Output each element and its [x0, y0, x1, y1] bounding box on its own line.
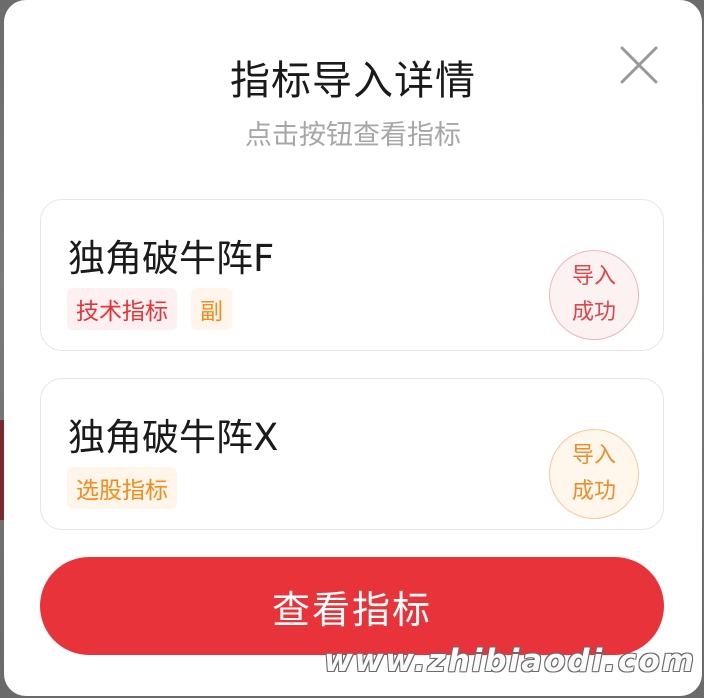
indicator-name: 独角破牛阵F — [68, 237, 275, 280]
indicator-tags: 技术指标 副 — [67, 288, 232, 330]
watermark: www.zhibiaodi.com — [323, 643, 696, 679]
indicator-tag: 选股指标 — [67, 467, 177, 509]
indicator-name: 独角破牛阵X — [68, 416, 279, 459]
indicator-tags: 选股指标 — [67, 467, 177, 509]
close-button[interactable] — [616, 42, 662, 88]
import-details-dialog: 指标导入详情 点击按钮查看指标 独角破牛阵F 技术指标 副 导入 成功 独角破牛… — [4, 0, 702, 696]
indicator-tag: 技术指标 — [67, 288, 177, 330]
view-indicators-button[interactable]: 查看指标 — [40, 557, 664, 655]
import-status-badge: 导入 成功 — [549, 429, 639, 519]
indicator-tag: 副 — [191, 288, 232, 330]
dialog-subtitle: 点击按钮查看指标 — [245, 120, 461, 151]
indicator-card: 独角破牛阵F 技术指标 副 导入 成功 — [40, 199, 664, 351]
dialog-title: 指标导入详情 — [230, 58, 476, 104]
close-icon — [620, 46, 658, 84]
import-status-badge: 导入 成功 — [549, 250, 639, 340]
indicator-card: 独角破牛阵X 选股指标 导入 成功 — [40, 378, 664, 530]
